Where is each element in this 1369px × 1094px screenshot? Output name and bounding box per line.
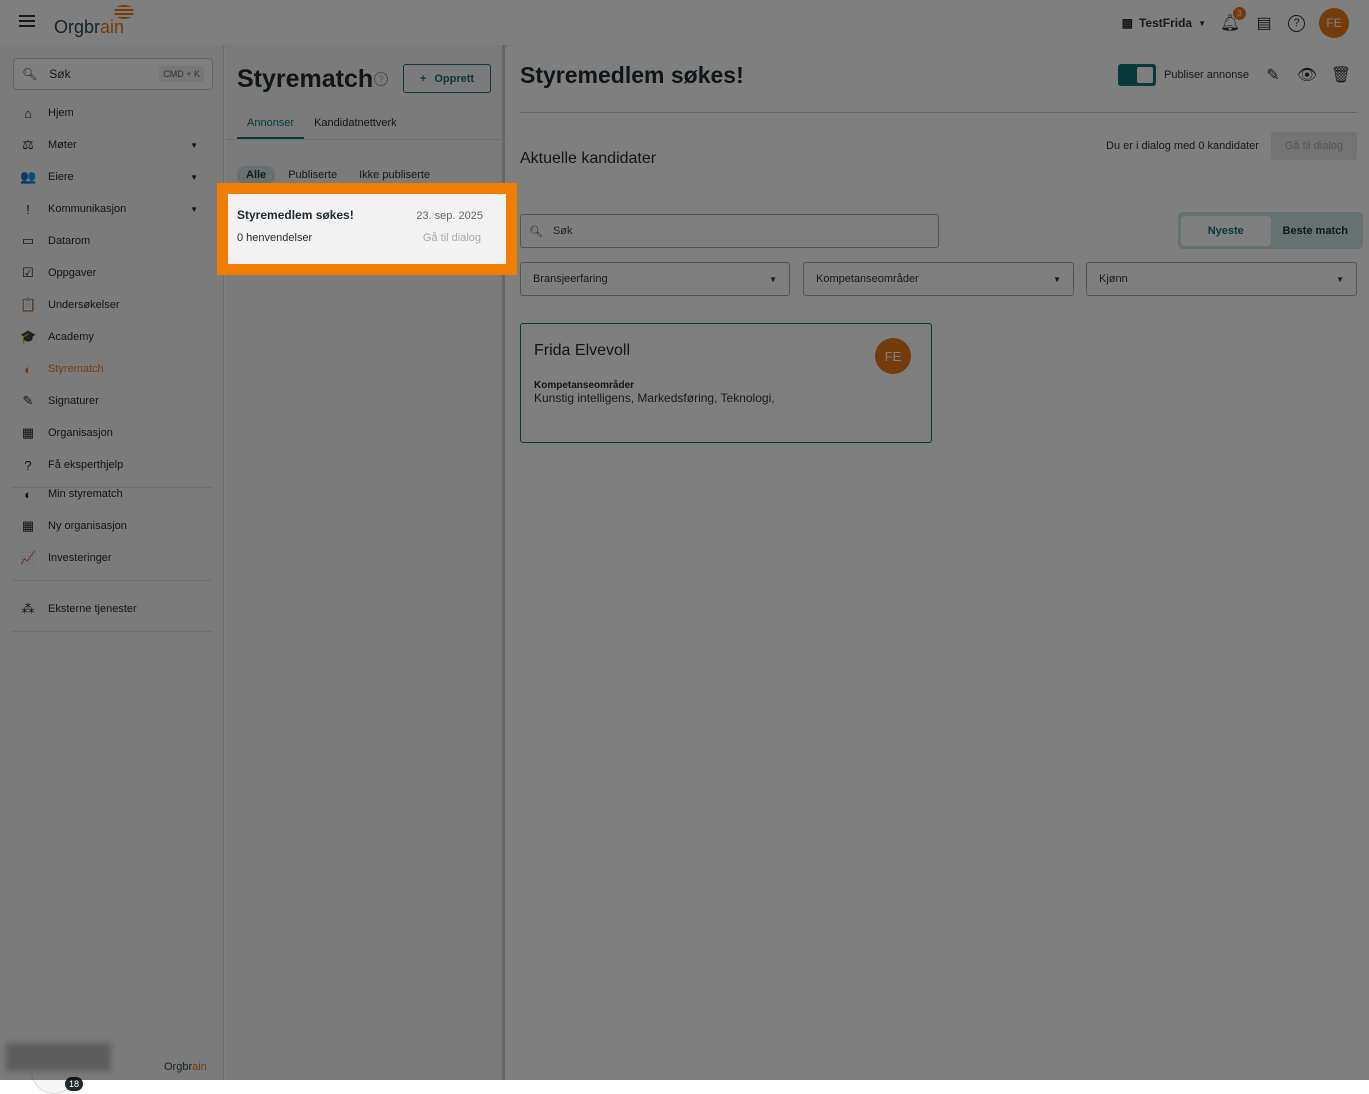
dim-overlay <box>0 0 1369 1080</box>
ad-item-dialog-link[interactable]: Gå til dialog <box>423 232 481 244</box>
ad-item-date: 23. sep. 2025 <box>416 210 483 222</box>
ad-list-item[interactable]: Styremedlem søkes! 23. sep. 2025 0 henve… <box>217 183 517 275</box>
ad-item-responses: 0 henvendelser <box>237 232 313 244</box>
